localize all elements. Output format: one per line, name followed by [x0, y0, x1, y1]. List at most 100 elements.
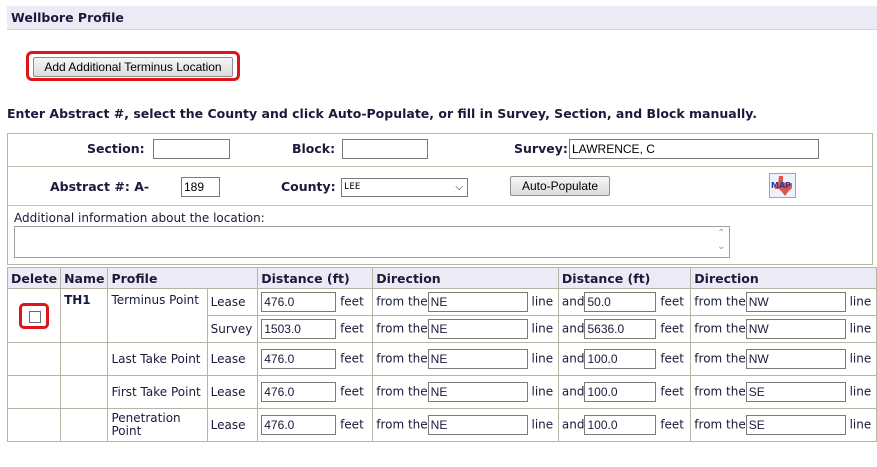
section-label: Section: — [87, 141, 145, 156]
direction-cell: from the NE line — [372, 288, 559, 316]
additional-info-textarea[interactable]: ⌃ ⌄ — [14, 226, 730, 258]
direction-input[interactable]: NE — [427, 415, 528, 435]
survey-input[interactable]: LAWRENCE, C — [569, 139, 819, 159]
section-input[interactable] — [153, 139, 230, 159]
feet-label: feet — [340, 384, 364, 399]
direction-input-2[interactable]: NW — [745, 319, 846, 339]
direction-input-2[interactable]: SE — [745, 382, 846, 402]
and-label: and — [561, 384, 585, 399]
and-label: and — [561, 351, 585, 366]
direction-input[interactable]: NE — [427, 349, 528, 369]
direction-input[interactable]: NE — [427, 319, 528, 339]
row-name — [60, 375, 109, 409]
abstract-input[interactable]: 189 — [181, 177, 220, 197]
direction-cell-2: from the NW line — [690, 315, 877, 343]
distance-input-2[interactable]: 5636.0 — [584, 319, 657, 339]
abstract-label: Abstract #: A- — [50, 179, 150, 194]
direction-input[interactable]: NE — [427, 382, 528, 402]
panel-divider — [8, 166, 872, 167]
col-direction: Direction — [372, 267, 559, 289]
county-select[interactable]: LEE ⌵ — [341, 178, 468, 197]
direction-cell: from the NE line — [372, 315, 559, 343]
map-icon-text: MAP — [771, 181, 791, 190]
distance-cell-2: and 100.0 feet — [557, 408, 692, 442]
delete-checkbox[interactable] — [29, 310, 42, 323]
from-the-label: from the — [694, 351, 746, 366]
from-the-label: from the — [694, 321, 746, 336]
col-delete: Delete — [6, 267, 62, 289]
from-the-label: from the — [694, 384, 746, 399]
row-profile: Terminus Point — [107, 288, 208, 343]
feet-label: feet — [340, 321, 364, 336]
delete-cell-empty — [6, 342, 62, 376]
section-header: Wellbore Profile — [7, 6, 877, 30]
direction-cell-2: from the NW line — [690, 288, 877, 316]
chevron-down-icon: ⌵ — [455, 182, 463, 193]
row-profile: First Take Point — [107, 375, 208, 409]
col-distance: Distance (ft) — [257, 267, 374, 289]
distance-input-2[interactable]: 100.0 — [584, 382, 657, 402]
direction-cell: from the NE line — [372, 375, 559, 409]
add-terminus-location-button[interactable]: Add Additional Terminus Location — [33, 57, 233, 77]
distance-cell: 1503.0 feet — [257, 315, 374, 343]
distance-input-2[interactable]: 100.0 — [584, 415, 657, 435]
feet-label: feet — [660, 384, 685, 399]
row-profile: Last Take Point — [107, 342, 208, 376]
distance-input[interactable]: 476.0 — [261, 292, 337, 312]
distance-input[interactable]: 476.0 — [261, 415, 337, 435]
map-icon[interactable]: MAP — [769, 173, 796, 198]
line-label: line — [531, 351, 554, 366]
distance-cell-2: and 5636.0 feet — [557, 315, 692, 343]
feet-label: feet — [340, 294, 364, 309]
line-label: line — [849, 417, 872, 432]
from-the-label: from the — [376, 321, 428, 336]
line-label: line — [531, 384, 554, 399]
feet-label: feet — [660, 294, 685, 309]
and-label: and — [561, 417, 585, 432]
distance-cell: 476.0 feet — [257, 342, 374, 376]
table-row: Last Take Point Lease 476.0 feet from th… — [6, 342, 877, 376]
col-direction-2: Direction — [690, 267, 877, 289]
delete-cell-empty — [6, 408, 62, 442]
from-the-label: from the — [376, 417, 428, 432]
col-profile: Profile — [107, 267, 259, 289]
feet-label: feet — [660, 321, 685, 336]
delete-cell — [6, 288, 62, 343]
distance-input-2[interactable]: 100.0 — [584, 349, 657, 369]
scroll-down-icon[interactable]: ⌄ — [717, 241, 725, 252]
table-row: First Take Point Lease 476.0 feet from t… — [6, 375, 877, 409]
textarea-scrollbar[interactable]: ⌃ ⌄ — [715, 227, 729, 257]
from-the-label: from the — [694, 294, 746, 309]
distance-cell-2: and 100.0 feet — [557, 375, 692, 409]
distance-input-2[interactable]: 50.0 — [584, 292, 657, 312]
survey-label: Survey: — [514, 141, 568, 156]
col-distance-2: Distance (ft) — [557, 267, 692, 289]
direction-input[interactable]: NE — [427, 292, 528, 312]
direction-input-2[interactable]: SE — [745, 415, 846, 435]
distance-input[interactable]: 1503.0 — [261, 319, 337, 339]
direction-cell-2: from the SE line — [690, 375, 877, 409]
feet-label: feet — [340, 351, 364, 366]
row-type: Lease — [206, 408, 259, 442]
row-type: Lease — [206, 342, 259, 376]
auto-populate-button[interactable]: Auto-Populate — [510, 176, 610, 196]
delete-highlight — [19, 302, 50, 329]
feet-label: feet — [340, 417, 364, 432]
direction-cell: from the NE line — [372, 342, 559, 376]
county-select-value: LEE — [344, 182, 361, 192]
distance-input[interactable]: 476.0 — [261, 349, 337, 369]
and-label: and — [561, 321, 585, 336]
row-name: TH1 — [60, 288, 109, 343]
line-label: line — [531, 417, 554, 432]
scroll-up-icon[interactable]: ⌃ — [717, 228, 725, 239]
direction-input-2[interactable]: NW — [745, 349, 846, 369]
direction-input-2[interactable]: NW — [745, 292, 846, 312]
from-the-label: from the — [694, 417, 746, 432]
block-input[interactable] — [342, 139, 428, 159]
line-label: line — [849, 321, 872, 336]
from-the-label: from the — [376, 294, 428, 309]
direction-cell: from the NE line — [372, 408, 559, 442]
location-panel: Section: Block: Survey: LAWRENCE, C Abst… — [7, 133, 873, 265]
row-type: Lease — [206, 375, 259, 409]
distance-input[interactable]: 476.0 — [261, 382, 337, 402]
